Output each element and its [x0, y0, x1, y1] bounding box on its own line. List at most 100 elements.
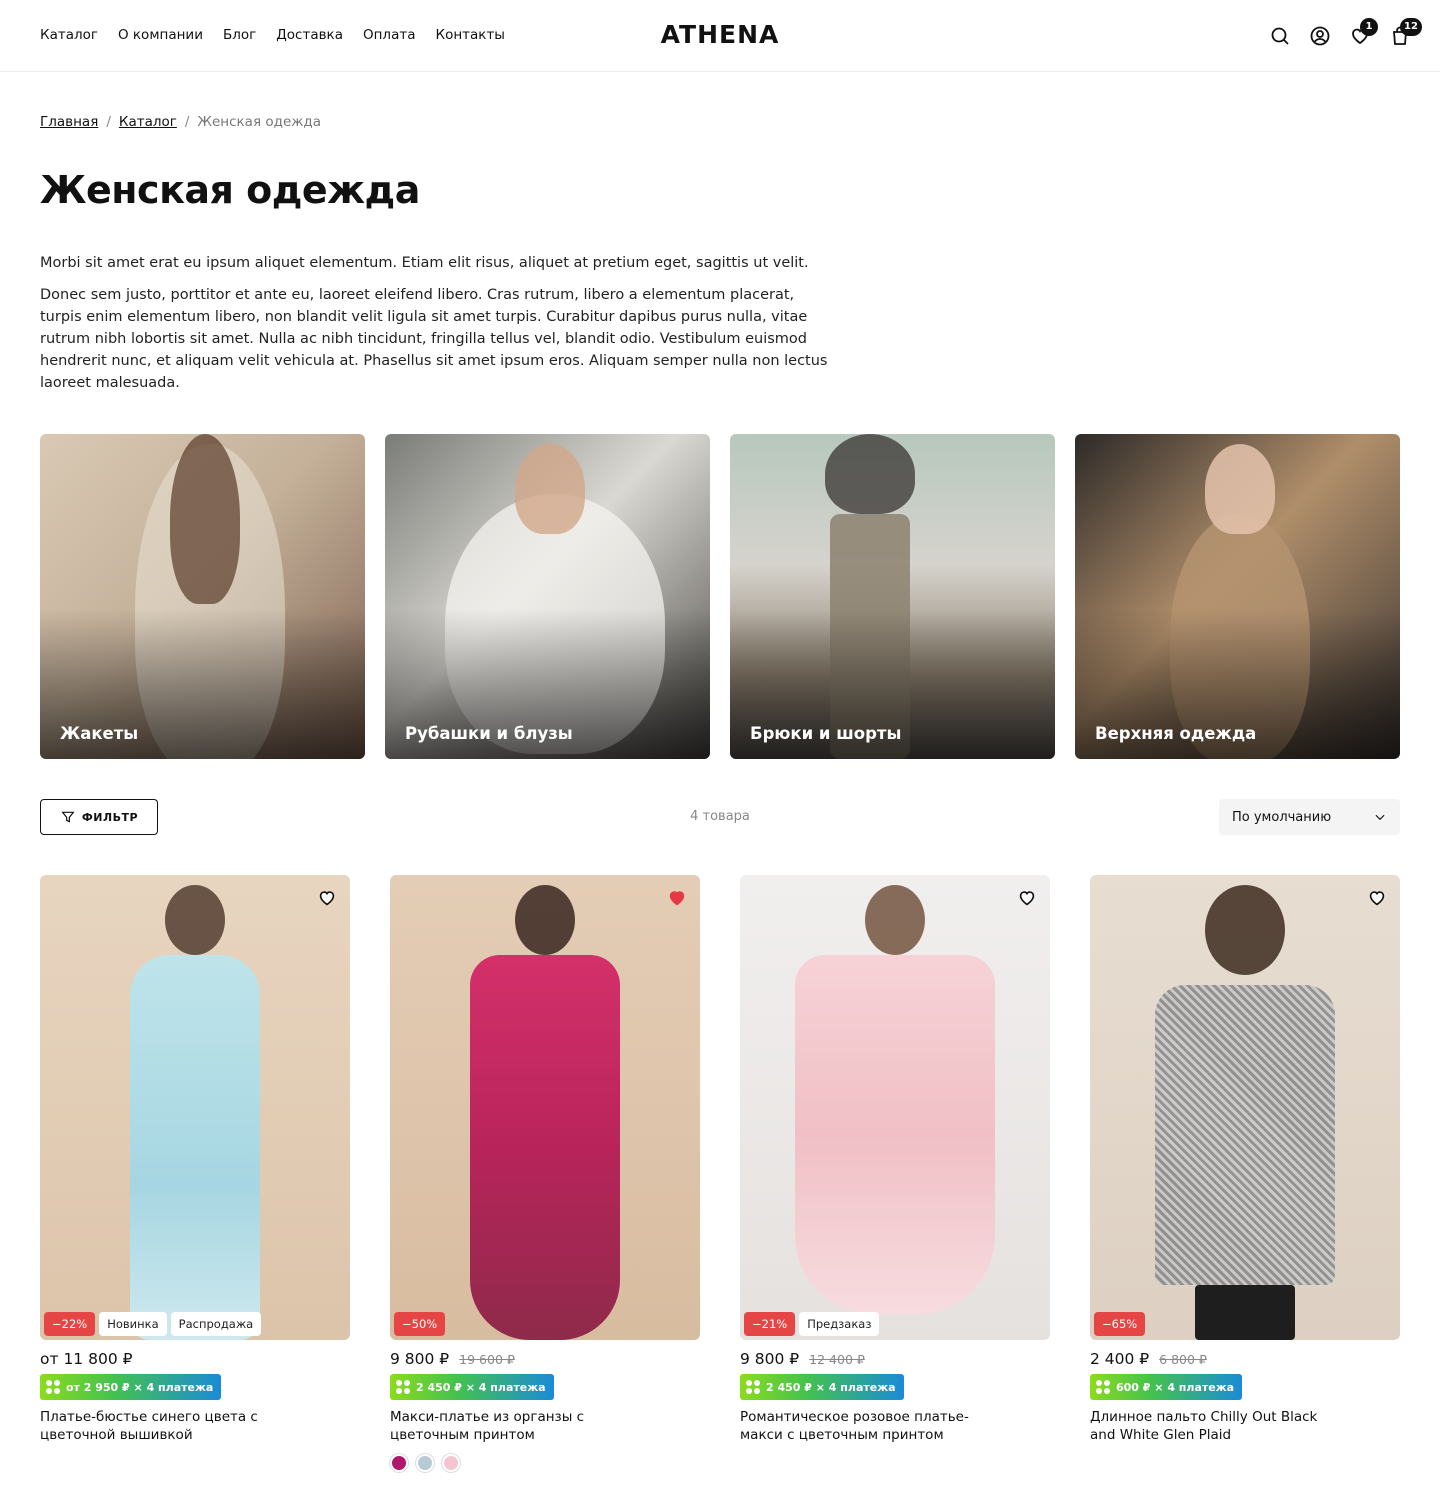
product-name[interactable]: Макси-платье из органзы с цветочным прин… [390, 1408, 630, 1444]
preorder-badge: Предзаказ [799, 1312, 880, 1336]
product-card[interactable]: −50% 9 800 ₽ 19 600 ₽ 2 450 ₽ × 4 платеж… [390, 875, 700, 1472]
breadcrumb: Главная / Каталог / Женская одежда [40, 114, 321, 130]
cart-button[interactable]: 12 [1388, 18, 1422, 48]
subcategory-grid: Жакеты Рубашки и блузы Брюки и шорты Вер… [40, 434, 1400, 759]
breadcrumb-current: Женская одежда [197, 114, 322, 130]
product-name[interactable]: Длинное пальто Chilly Out Black and Whit… [1090, 1408, 1330, 1444]
color-swatches [390, 1454, 700, 1472]
product-photo [470, 955, 620, 1340]
installment-badge[interactable]: 2 450 ₽ × 4 платежа [390, 1374, 554, 1400]
category-image [170, 434, 240, 604]
nav-delivery[interactable]: Доставка [276, 27, 343, 43]
price: 9 800 ₽ [740, 1350, 800, 1368]
sort-select[interactable]: По умолчанию [1219, 799, 1400, 835]
filter-label: ФИЛЬТР [81, 810, 139, 824]
main-nav: Каталог О компании Блог Доставка Оплата … [40, 27, 505, 43]
installment-text: от 2 950 ₽ × 4 платежа [66, 1380, 214, 1394]
breadcrumb-home[interactable]: Главная [40, 114, 98, 130]
price: 9 800 ₽ [390, 1350, 450, 1368]
filter-button[interactable]: ФИЛЬТР [40, 799, 158, 835]
favorite-button[interactable] [666, 887, 688, 909]
breadcrumb-separator: / [106, 114, 111, 130]
price: 2 400 ₽ [1090, 1350, 1150, 1368]
installment-icon [46, 1380, 60, 1394]
installment-badge[interactable]: от 2 950 ₽ × 4 платежа [40, 1374, 222, 1400]
product-photo [1155, 985, 1335, 1285]
product-image[interactable]: −65% [1090, 875, 1400, 1340]
logo[interactable]: ATHENA [620, 20, 820, 49]
nav-payment[interactable]: Оплата [363, 27, 416, 43]
discount-badge: −22% [44, 1312, 96, 1336]
product-image[interactable]: −22% Новинка Распродажа [40, 875, 350, 1340]
product-photo [1205, 885, 1285, 975]
installment-text: 600 ₽ × 4 платежа [1116, 1380, 1235, 1394]
product-photo [795, 955, 995, 1315]
category-tile-outerwear[interactable]: Верхняя одежда [1075, 434, 1400, 759]
header-actions: 1 12 [1268, 18, 1422, 48]
price-row: от 11 800 ₽ [40, 1350, 350, 1368]
installment-text: 2 450 ₽ × 4 платежа [416, 1380, 546, 1394]
product-card[interactable]: −21% Предзаказ 9 800 ₽ 12 400 ₽ 2 450 ₽ … [740, 875, 1050, 1472]
nav-contacts[interactable]: Контакты [435, 27, 504, 43]
breadcrumb-separator: / [184, 114, 190, 130]
color-swatch-light-blue[interactable] [416, 1454, 434, 1472]
price-row: 9 800 ₽ 12 400 ₽ [740, 1350, 1050, 1368]
product-image[interactable]: −21% Предзаказ [740, 875, 1050, 1340]
category-tile-pants[interactable]: Брюки и шорты [730, 434, 1055, 759]
heart-icon [1369, 891, 1385, 906]
page-title: Женская одежда [40, 168, 420, 212]
category-label: Жакеты [60, 724, 139, 743]
color-swatch-magenta[interactable] [390, 1454, 408, 1472]
category-label: Верхняя одежда [1095, 724, 1257, 743]
badge-group: −21% Предзаказ [744, 1312, 880, 1336]
installment-icon [1096, 1380, 1110, 1394]
badge-group: −50% [394, 1312, 446, 1336]
discount-badge: −50% [394, 1312, 446, 1336]
installment-badge[interactable]: 600 ₽ × 4 платежа [1090, 1374, 1243, 1400]
category-label: Брюки и шорты [750, 724, 902, 743]
category-image [825, 434, 915, 514]
product-count: 4 товара [690, 809, 750, 824]
product-card[interactable]: −65% 2 400 ₽ 6 800 ₽ 600 ₽ × 4 платежа Д… [1090, 875, 1400, 1472]
category-image [1205, 444, 1275, 534]
site-header: Каталог О компании Блог Доставка Оплата … [0, 0, 1440, 72]
new-badge: Новинка [99, 1312, 167, 1336]
discount-badge: −65% [1094, 1312, 1146, 1336]
search-icon[interactable] [1268, 24, 1292, 48]
nav-catalog[interactable]: Каталог [40, 27, 98, 43]
sort-value: По умолчанию [1232, 809, 1332, 825]
breadcrumb-catalog[interactable]: Каталог [119, 114, 177, 130]
heart-icon [1019, 891, 1035, 906]
category-label: Рубашки и блузы [405, 724, 573, 743]
favorite-button[interactable] [316, 887, 338, 909]
installment-icon [396, 1380, 410, 1394]
wishlist-count-badge: 1 [1360, 18, 1378, 36]
product-card[interactable]: −22% Новинка Распродажа от 11 800 ₽ от 2… [40, 875, 350, 1472]
user-icon[interactable] [1308, 24, 1332, 48]
price-row: 2 400 ₽ 6 800 ₽ [1090, 1350, 1400, 1368]
category-tile-shirts[interactable]: Рубашки и блузы [385, 434, 710, 759]
category-tile-jackets[interactable]: Жакеты [40, 434, 365, 759]
wishlist-button[interactable]: 1 [1348, 18, 1378, 48]
installment-badge[interactable]: 2 450 ₽ × 4 платежа [740, 1374, 904, 1400]
product-name[interactable]: Платье-бюстье синего цвета с цветочной в… [40, 1408, 280, 1444]
product-photo [515, 885, 575, 955]
product-photo [130, 955, 260, 1340]
color-swatch-pink[interactable] [442, 1454, 460, 1472]
nav-blog[interactable]: Блог [223, 27, 256, 43]
favorite-button[interactable] [1366, 887, 1388, 909]
price-row: 9 800 ₽ 19 600 ₽ [390, 1350, 700, 1368]
old-price: 6 800 ₽ [1159, 1352, 1207, 1367]
favorite-button[interactable] [1016, 887, 1038, 909]
product-name[interactable]: Романтическое розовое платье-макси с цве… [740, 1408, 980, 1444]
badge-group: −65% [1094, 1312, 1146, 1336]
product-photo [165, 885, 225, 955]
product-image[interactable]: −50% [390, 875, 700, 1340]
description-paragraph: Morbi sit amet erat eu ipsum aliquet ele… [40, 255, 809, 271]
heart-icon [319, 891, 335, 906]
description-paragraph: Donec sem justo, porttitor et ante eu, l… [40, 287, 828, 391]
discount-badge: −21% [744, 1312, 796, 1336]
heart-icon [669, 891, 685, 906]
nav-about[interactable]: О компании [118, 27, 203, 43]
cart-count-badge: 12 [1400, 18, 1422, 36]
